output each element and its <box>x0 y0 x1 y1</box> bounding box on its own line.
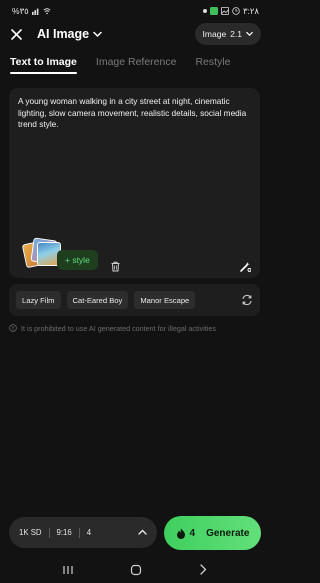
mode-tabs: Text to Image Image Reference Restyle <box>10 56 259 78</box>
add-style-label: + style <box>65 255 90 265</box>
preset-cat-eared-boy[interactable]: Cat-Eared Boy <box>66 291 129 309</box>
info-icon <box>9 324 17 332</box>
generate-label: Generate <box>206 527 250 539</box>
recent-apps-icon[interactable] <box>62 565 74 575</box>
aspect-ratio-value: 9:16 <box>56 528 72 537</box>
header: AI Image Image 2.1 <box>0 22 269 46</box>
chevron-down-icon <box>93 31 102 37</box>
add-style-button[interactable]: + style <box>57 250 98 270</box>
divider <box>78 527 80 538</box>
page-title: AI Image <box>37 27 90 41</box>
chevron-up-icon <box>138 529 147 535</box>
title-dropdown[interactable]: AI Image <box>37 27 102 41</box>
warning-text: It is prohibited to use AI generated con… <box>21 323 216 333</box>
credit-cost: 4 <box>189 527 196 539</box>
status-left: %٣٥ <box>12 6 51 17</box>
generation-settings[interactable]: 1K SD 9:16 4 <box>9 517 157 548</box>
status-bar: %٣٥ ٣:٢٨ <box>0 0 269 22</box>
preset-manor-escape[interactable]: Manor Escape <box>134 291 196 309</box>
battery-percent: %٣٥ <box>12 5 29 16</box>
app-notification-icon <box>209 7 218 15</box>
signal-icon <box>31 8 39 15</box>
back-icon[interactable] <box>199 564 207 575</box>
image-count-value: 4 <box>86 528 92 537</box>
flame-icon <box>176 528 185 539</box>
prompt-card: A young woman walking in a city street a… <box>9 88 260 278</box>
tab-restyle[interactable]: Restyle <box>195 56 230 74</box>
model-version: 2.1 <box>230 29 242 39</box>
wifi-icon <box>43 8 51 15</box>
prompt-input[interactable]: A young woman walking in a city street a… <box>18 96 251 131</box>
system-nav-bar <box>0 556 269 583</box>
close-button[interactable] <box>9 27 23 41</box>
dot-icon <box>202 9 207 13</box>
ai-image-screen: %٣٥ ٣:٢٨ AI Image Image 2.1 Text to Imag… <box>0 0 269 583</box>
model-selector[interactable]: Image 2.1 <box>194 23 261 45</box>
preset-lazy-film[interactable]: Lazy Film <box>16 291 61 309</box>
ai-enhance-icon[interactable] <box>239 261 251 273</box>
refresh-icon[interactable] <box>241 294 253 306</box>
resolution-value: 1K SD <box>19 528 42 537</box>
model-name: Image <box>202 29 227 39</box>
status-right: ٣:٢٨ <box>202 5 259 17</box>
clock-icon <box>232 7 240 15</box>
close-icon <box>10 28 22 40</box>
home-icon[interactable] <box>130 564 142 576</box>
divider <box>48 527 50 538</box>
status-time: ٣:٢٨ <box>242 5 259 16</box>
usage-warning: It is prohibited to use AI generated con… <box>9 322 261 334</box>
style-presets: Lazy Film Cat-Eared Boy Manor Escape <box>9 284 260 316</box>
tab-text-to-image[interactable]: Text to Image <box>10 56 77 74</box>
chevron-down-icon <box>246 31 253 36</box>
tab-image-reference[interactable]: Image Reference <box>96 56 177 74</box>
trash-icon[interactable] <box>110 261 121 272</box>
generate-button[interactable]: 4 Generate <box>164 516 261 550</box>
gallery-icon <box>220 7 229 15</box>
